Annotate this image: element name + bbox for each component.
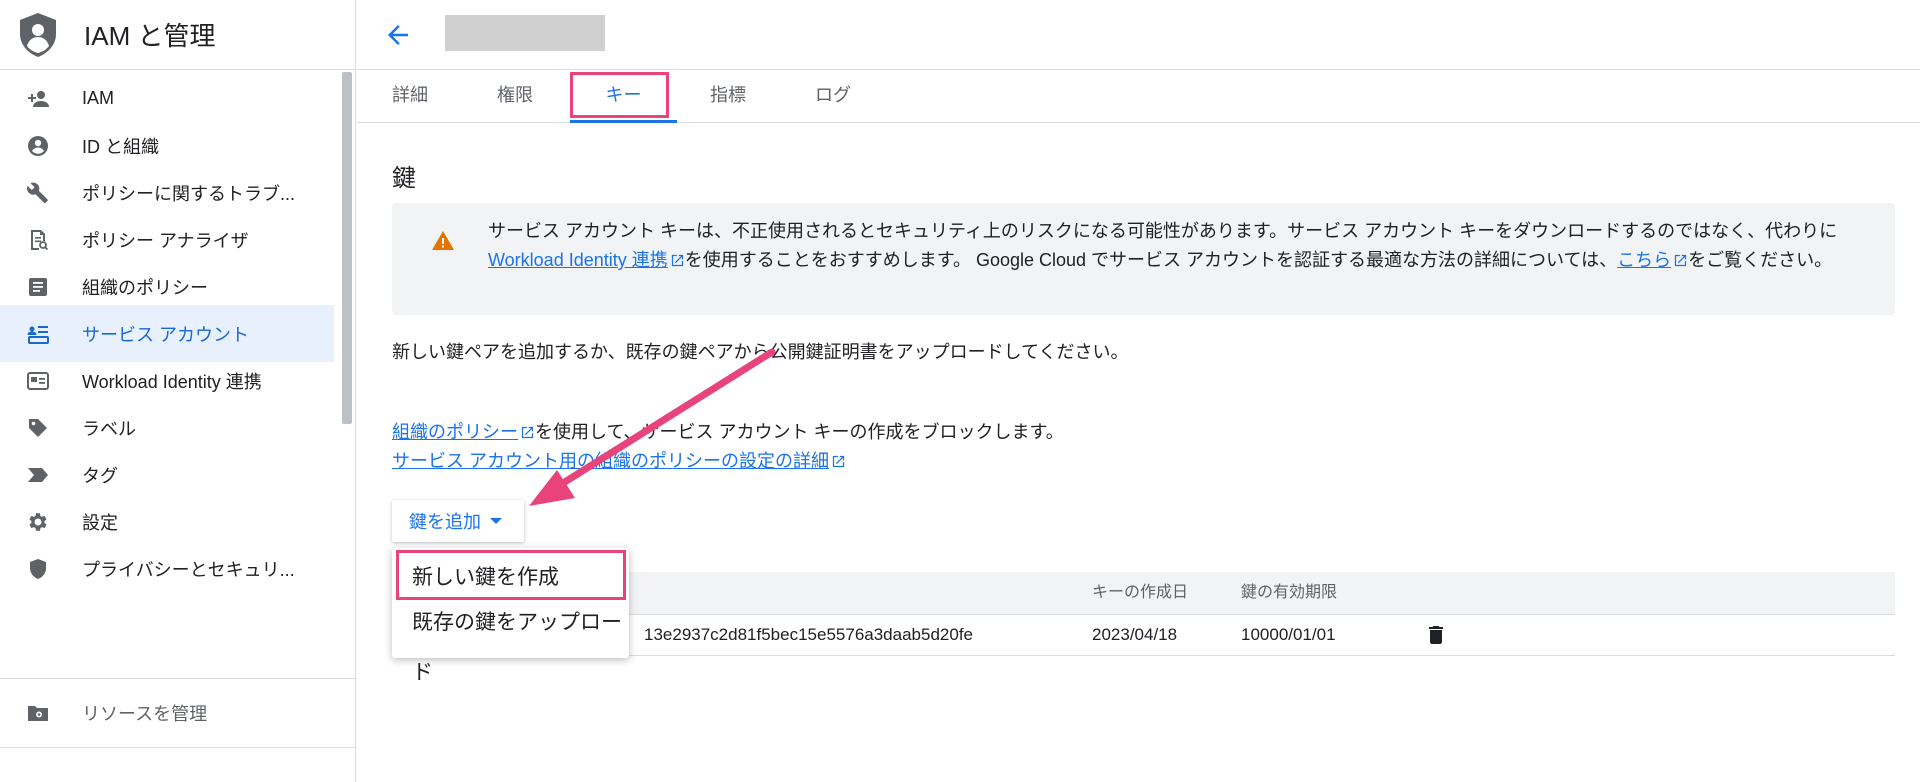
id-card-icon <box>26 369 50 393</box>
folder-gear-icon <box>26 701 50 725</box>
label-tag-icon <box>26 416 50 440</box>
list-document-icon <box>26 275 50 299</box>
learn-more-link[interactable]: こちら <box>1617 250 1671 270</box>
add-key-label: 鍵を追加 <box>409 512 481 532</box>
account-circle-icon <box>26 134 50 158</box>
arrow-back-icon <box>388 25 408 45</box>
shield-icon <box>26 557 50 581</box>
sidebar-header: IAM と管理 <box>0 0 355 70</box>
main-content: 詳細 権限 キー 指標 ログ 鍵 サービス アカウント キーは、不正使用されると… <box>357 0 1920 782</box>
warning-text-part: サービス アカウント キーは、不正使用されるとセキュリティ上のリスクになる可能性… <box>488 221 1838 241</box>
warning-text: サービス アカウント キーは、不正使用されるとセキュリティ上のリスクになる可能性… <box>488 217 1878 275</box>
page-header <box>357 0 1920 70</box>
sidebar-item-label: プライバシーとセキュリ... <box>82 559 295 580</box>
key-expiry-date: 10000/01/01 <box>1241 625 1336 644</box>
sidebar-item-label: 組織のポリシー <box>82 277 208 298</box>
sidebar-nav: IAM ID と組織 ポリシーに関するトラブ... ポリシー アナライザ 組織の… <box>0 70 334 676</box>
delete-key-button[interactable] <box>1424 623 1448 647</box>
add-key-menu: 新しい鍵を作成 既存の鍵をアップロード <box>392 548 629 684</box>
menu-item-upload-existing-key[interactable]: 既存の鍵をアップロード <box>392 598 629 684</box>
sidebar-item-label: 設定 <box>82 512 118 533</box>
sidebar-item-label: IAM <box>82 88 115 108</box>
key-id: 13e2937c2d81f5bec15e5576a3daab5d20fe <box>644 625 973 644</box>
tab-logs[interactable]: ログ <box>815 70 851 122</box>
tab-details[interactable]: 詳細 <box>392 70 428 122</box>
trash-icon <box>1429 626 1443 644</box>
caret-down-icon <box>490 518 502 524</box>
sidebar-manage-resources[interactable]: リソースを管理 <box>0 678 356 748</box>
warning-text-part: をご覧ください。 <box>1688 250 1833 270</box>
tab-metrics[interactable]: 指標 <box>710 70 746 122</box>
section-title: 鍵 <box>392 165 416 192</box>
sidebar-item-label: Workload Identity 連携 <box>82 371 262 392</box>
service-account-icon <box>26 322 50 346</box>
add-key-button[interactable]: 鍵を追加 <box>392 500 524 542</box>
warning-icon <box>431 229 455 253</box>
sidebar-item-privacy-security[interactable]: プライバシーとセキュリ... <box>0 540 334 597</box>
tab-permissions[interactable]: 権限 <box>497 70 533 122</box>
sidebar-item-label: タグ <box>82 465 118 486</box>
service-account-name-redacted <box>445 15 605 51</box>
sidebar-item-label: ID と組織 <box>82 136 160 157</box>
warning-text-part: を使用することをおすすめします。 Google Cloud でサービス アカウン… <box>684 250 1618 270</box>
sidebar-item-label: ポリシーに関するトラブ... <box>82 183 296 204</box>
org-policy-details-link[interactable]: サービス アカウント用の組織のポリシーの設定の詳細 <box>392 451 829 471</box>
policy-info: 組織のポリシー を使用して、サービス アカウント キーの作成をブロックします。 サ… <box>392 418 1292 476</box>
external-link-icon <box>520 425 535 440</box>
external-link-icon <box>831 454 846 469</box>
sidebar: IAM と管理 IAM ID と組織 ポリシーに関するトラブ... ポリシー ア… <box>0 0 356 782</box>
security-warning-banner: サービス アカウント キーは、不正使用されるとセキュリティ上のリスクになる可能性… <box>392 203 1895 315</box>
gear-icon <box>26 510 50 534</box>
document-search-icon <box>26 228 50 252</box>
iam-shield-logo-icon <box>20 12 56 57</box>
wrench-icon <box>26 181 50 205</box>
tab-keys[interactable]: キー <box>570 70 677 123</box>
column-header-expires: 鍵の有効期限 <box>1241 584 1338 601</box>
policy-text: を使用して、サービス アカウント キーの作成をブロックします。 <box>535 422 1064 442</box>
back-button[interactable] <box>383 20 413 50</box>
sidebar-item-label: ラベル <box>82 418 136 439</box>
tag-chevron-icon <box>26 463 50 487</box>
external-link-icon <box>1673 253 1688 268</box>
key-created-date: 2023/04/18 <box>1092 625 1178 644</box>
org-policy-link[interactable]: 組織のポリシー <box>392 422 518 442</box>
person-add-icon <box>26 87 50 111</box>
sidebar-scrollbar[interactable] <box>342 72 352 424</box>
app-title: IAM と管理 <box>84 21 216 51</box>
menu-item-create-new-key[interactable]: 新しい鍵を作成 <box>392 553 629 603</box>
external-link-icon <box>670 253 685 268</box>
keys-description: 新しい鍵ペアを追加するか、既存の鍵ペアから公開鍵証明書をアップロードしてください… <box>392 342 1129 362</box>
sidebar-item-label: サービス アカウント <box>82 324 250 345</box>
sidebar-item-label: ポリシー アナライザ <box>82 230 249 251</box>
sidebar-footer-label: リソースを管理 <box>82 704 208 724</box>
tab-bar: 詳細 権限 キー 指標 ログ <box>357 70 1920 123</box>
workload-identity-link[interactable]: Workload Identity 連携 <box>488 250 668 270</box>
column-header-created: キーの作成日 <box>1092 584 1189 601</box>
